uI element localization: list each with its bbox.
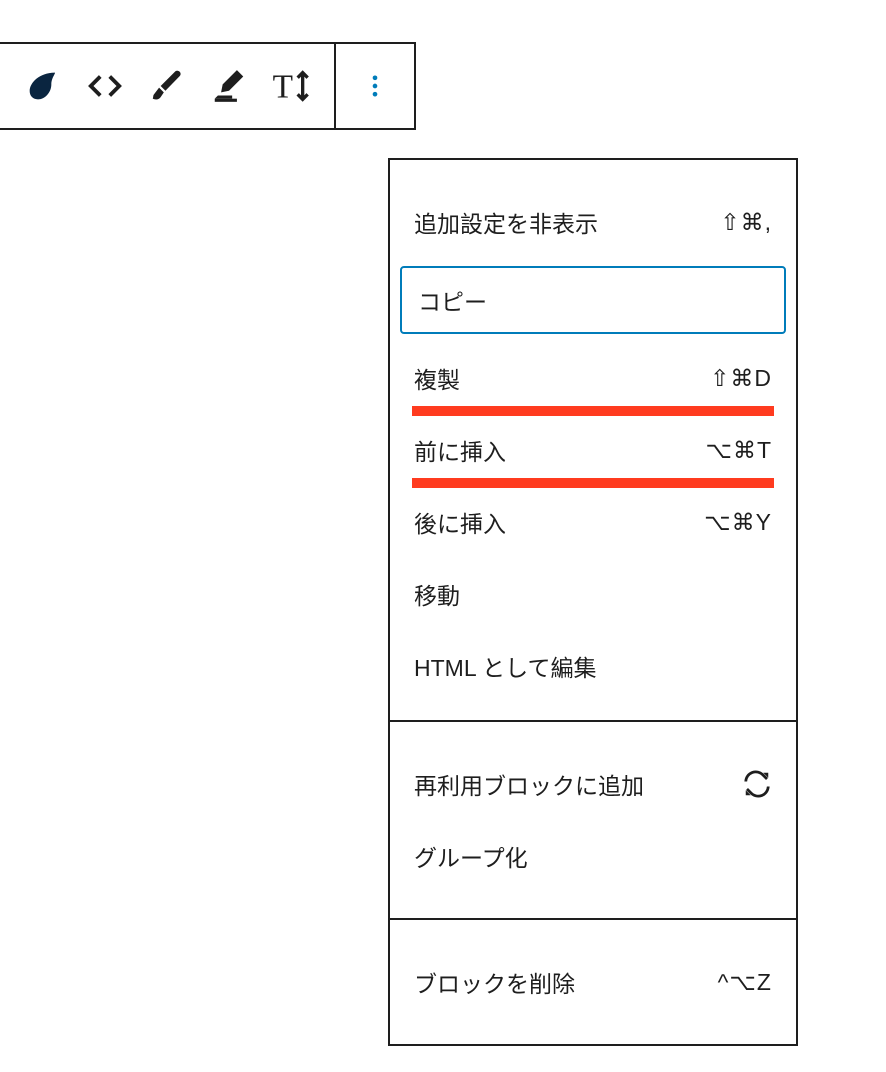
menu-item-label: 移動 bbox=[414, 577, 460, 611]
menu-item-label: HTML として編集 bbox=[414, 649, 596, 683]
menu-section-2: 再利用ブロックに追加 グループ化 bbox=[390, 722, 796, 920]
menu-item-delete-block[interactable]: ブロックを削除 ^⌥Z bbox=[390, 946, 796, 1018]
menu-item-edit-html[interactable]: HTML として編集 bbox=[390, 630, 796, 702]
menu-item-insert-before[interactable]: 前に挿入 ⌥⌘T bbox=[390, 414, 796, 486]
menu-item-shortcut: ⌥⌘T bbox=[705, 437, 772, 464]
menu-item-label: グループ化 bbox=[414, 839, 528, 873]
blob-icon[interactable] bbox=[12, 44, 74, 128]
menu-item-label: 再利用ブロックに追加 bbox=[414, 767, 644, 801]
toolbar-main-group: T bbox=[0, 44, 334, 128]
block-options-menu: 追加設定を非表示 ⇧⌘, コピー 複製 ⇧⌘D 前に挿入 ⌥⌘T 後に挿入 ⌥⌘… bbox=[388, 158, 798, 1046]
menu-item-shortcut: ⇧⌘D bbox=[710, 365, 772, 392]
menu-item-shortcut: ⌥⌘Y bbox=[704, 509, 772, 536]
menu-item-hide-settings[interactable]: 追加設定を非表示 ⇧⌘, bbox=[390, 186, 796, 258]
menu-section-1: 追加設定を非表示 ⇧⌘, コピー 複製 ⇧⌘D 前に挿入 ⌥⌘T 後に挿入 ⌥⌘… bbox=[390, 160, 796, 722]
more-options-button[interactable] bbox=[334, 44, 414, 128]
menu-item-label: コピー bbox=[418, 283, 487, 317]
menu-section-3: ブロックを削除 ^⌥Z bbox=[390, 920, 796, 1044]
menu-item-copy[interactable]: コピー bbox=[400, 266, 786, 334]
menu-item-label: ブロックを削除 bbox=[414, 965, 575, 999]
brush-icon[interactable] bbox=[136, 44, 198, 128]
menu-item-label: 前に挿入 bbox=[414, 433, 506, 467]
menu-item-insert-after[interactable]: 後に挿入 ⌥⌘Y bbox=[390, 486, 796, 558]
block-toolbar: T bbox=[0, 42, 416, 130]
menu-item-shortcut: ^⌥Z bbox=[718, 969, 772, 996]
menu-item-duplicate[interactable]: 複製 ⇧⌘D bbox=[390, 342, 796, 414]
menu-item-group[interactable]: グループ化 bbox=[390, 820, 796, 892]
highlighter-icon[interactable] bbox=[198, 44, 260, 128]
svg-text:T: T bbox=[273, 69, 293, 106]
menu-item-label: 追加設定を非表示 bbox=[414, 205, 598, 239]
menu-item-move[interactable]: 移動 bbox=[390, 558, 796, 630]
menu-item-shortcut: ⇧⌘, bbox=[720, 209, 772, 236]
code-icon[interactable] bbox=[74, 44, 136, 128]
menu-item-label: 後に挿入 bbox=[414, 505, 506, 539]
menu-item-label: 複製 bbox=[414, 361, 460, 395]
menu-item-add-reusable[interactable]: 再利用ブロックに追加 bbox=[390, 748, 796, 820]
text-height-icon[interactable]: T bbox=[260, 44, 322, 128]
reuse-icon bbox=[742, 769, 772, 799]
